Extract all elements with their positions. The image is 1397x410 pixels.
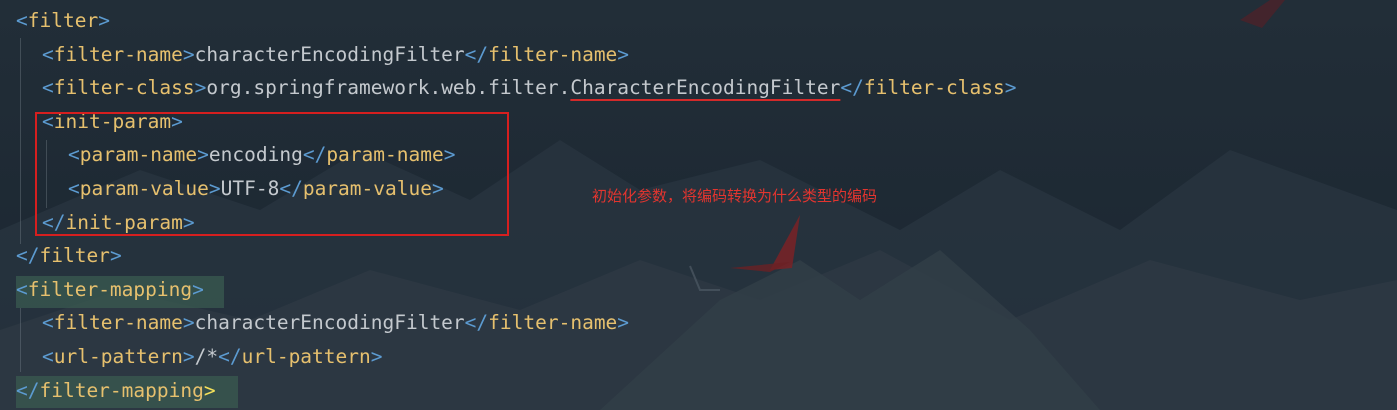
tag-name: url-pattern [241,345,371,368]
tag-bracket: > [370,345,383,368]
tag-name: filter-mapping [27,277,193,301]
code-line[interactable]: <filter-name>characterEncodingFilter</fi… [42,306,629,340]
tag-bracket: > [182,345,195,368]
code-line[interactable]: </filter-mapping> [16,374,216,408]
tag-bracket: > [98,9,110,32]
tag-name: url-pattern [53,345,183,368]
tag-bracket: > [182,42,195,66]
tag-bracket: < [16,277,28,301]
tag-name: filter-name [53,42,183,66]
code-line[interactable]: <filter-class>org.springframework.web.fi… [42,71,1017,105]
tag-bracket: < [16,9,28,32]
code-line[interactable]: <filter-name>characterEncodingFilter</fi… [42,38,629,72]
tag-bracket: > [194,76,207,100]
tag-bracket: > [203,378,216,402]
tag-name: filter-class [53,76,195,100]
tag-bracket: </ [464,311,489,335]
tag-name: filter [39,244,110,268]
code-editor[interactable]: <filter> <filter-name>characterEncodingFi… [0,0,1397,410]
element-text: org.springframework.web.filter. [206,76,571,100]
tag-bracket: </ [464,42,489,66]
tag-bracket: > [617,42,630,66]
code-line[interactable]: </filter> [16,239,122,273]
code-line[interactable]: <filter-mapping> [16,273,204,307]
tag-name: filter [27,9,99,32]
element-text: characterEncodingFilter [194,42,465,66]
tag-bracket: < [42,42,54,66]
tag-bracket: > [109,244,122,268]
tag-name: filter-name [53,311,183,335]
annotation-text: 初始化参数，将编码转换为什么类型的编码 [592,187,878,205]
annotation-box [35,112,509,236]
element-text: /* [194,345,219,368]
code-line[interactable]: <url-pattern>/*</url-pattern> [42,340,383,374]
indent-guide [20,38,21,244]
tag-bracket: > [182,311,195,335]
tag-name: filter-name [488,311,618,335]
tag-bracket: < [42,76,54,100]
tag-bracket: < [42,311,54,335]
tag-name: filter-class [863,76,1005,100]
tag-bracket: </ [16,378,40,402]
code-line[interactable]: <filter> [16,4,110,38]
tag-bracket: > [1004,76,1017,100]
class-name-reference: CharacterEncodingFilter [570,76,841,100]
tag-bracket: > [617,311,630,335]
indent-guide [20,308,21,372]
tag-bracket: < [42,345,54,368]
element-text: characterEncodingFilter [194,311,465,335]
tag-bracket: > [192,277,204,301]
tag-name: filter-name [488,42,618,66]
tag-bracket: </ [16,244,40,268]
tag-bracket: </ [840,76,864,100]
tag-name: filter-mapping [39,378,204,402]
tag-bracket: </ [218,345,242,368]
